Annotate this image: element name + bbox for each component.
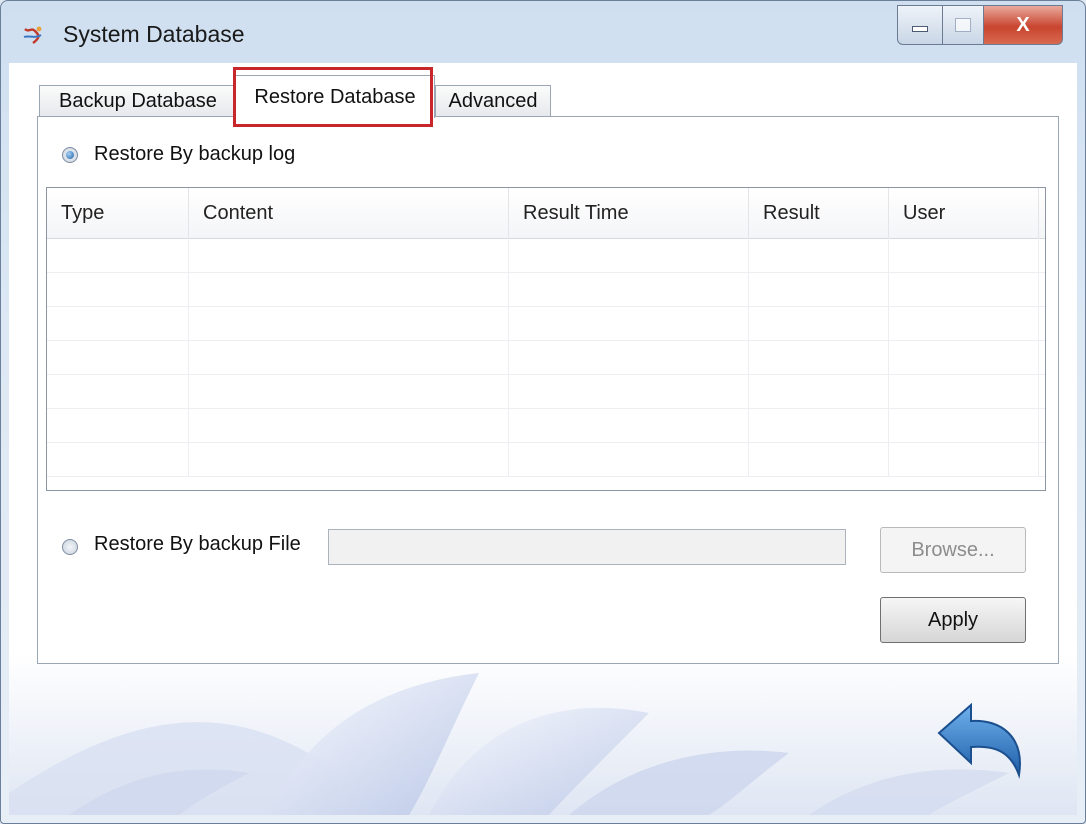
- table-cell: [189, 442, 509, 476]
- table-cell: [47, 306, 189, 340]
- table-cell: [889, 306, 1039, 340]
- tab-label: Backup Database: [59, 90, 217, 112]
- client-area: Backup Database Restore Database Advance…: [9, 63, 1077, 815]
- column-header-result[interactable]: Result: [749, 188, 889, 238]
- table-cell: [189, 408, 509, 442]
- table-cell: [47, 408, 189, 442]
- table-row[interactable]: [47, 238, 1045, 273]
- browse-button[interactable]: Browse...: [880, 527, 1026, 573]
- table-cell: [509, 306, 749, 340]
- table-row[interactable]: [47, 306, 1045, 341]
- table-row[interactable]: [47, 442, 1045, 477]
- table-cell: [509, 408, 749, 442]
- app-logo-icon: [23, 26, 42, 44]
- table-cell: [749, 238, 889, 272]
- minimize-button[interactable]: [897, 5, 943, 45]
- table-cell: [749, 272, 889, 306]
- table-row[interactable]: [47, 272, 1045, 307]
- table-cell: [889, 340, 1039, 374]
- table-cell: [889, 408, 1039, 442]
- table-cell: [889, 272, 1039, 306]
- close-button[interactable]: X: [984, 5, 1063, 45]
- title-bar[interactable]: System Database X: [1, 1, 1085, 63]
- restore-by-file-label: Restore By backup File: [94, 533, 301, 555]
- column-header-content[interactable]: Content: [189, 188, 509, 238]
- table-cell: [749, 340, 889, 374]
- table-header: Type Content Result Time Result User: [47, 188, 1045, 239]
- table-cell: [509, 374, 749, 408]
- table-cell: [509, 272, 749, 306]
- tab-label: Advanced: [448, 90, 538, 112]
- table-cell: [509, 442, 749, 476]
- table-cell: [47, 238, 189, 272]
- table-cell: [509, 340, 749, 374]
- table-cell: [189, 306, 509, 340]
- table-cell: [509, 238, 749, 272]
- maximize-button[interactable]: [943, 5, 984, 45]
- table-cell: [889, 238, 1039, 272]
- table-cell: [47, 272, 189, 306]
- table-cell: [189, 238, 509, 272]
- table-row[interactable]: [47, 374, 1045, 409]
- tab-backup-database[interactable]: Backup Database: [39, 85, 237, 117]
- system-database-window: System Database X Backup Database Restor…: [0, 0, 1086, 824]
- table-cell: [47, 374, 189, 408]
- caption-buttons: X: [897, 5, 1063, 45]
- restore-by-log-radio[interactable]: [62, 147, 78, 163]
- table-cell: [47, 442, 189, 476]
- back-arrow-icon[interactable]: [931, 693, 1031, 783]
- window-title: System Database: [63, 21, 245, 47]
- table-cell: [189, 374, 509, 408]
- table-cell: [749, 306, 889, 340]
- restore-by-file-radio[interactable]: [62, 539, 78, 555]
- apply-button[interactable]: Apply: [880, 597, 1026, 643]
- maximize-icon: [955, 18, 971, 32]
- tab-advanced[interactable]: Advanced: [435, 85, 551, 117]
- close-icon: X: [1016, 13, 1030, 36]
- table-cell: [749, 374, 889, 408]
- table-cell: [749, 442, 889, 476]
- table-cell: [889, 442, 1039, 476]
- column-header-result-time[interactable]: Result Time: [509, 188, 749, 238]
- column-header-type[interactable]: Type: [47, 188, 189, 238]
- minimize-icon: [912, 26, 928, 32]
- backup-file-path-input[interactable]: [328, 529, 846, 565]
- table-cell: [189, 340, 509, 374]
- table-cell: [749, 408, 889, 442]
- tab-label: Restore Database: [254, 85, 416, 108]
- table-cell: [889, 374, 1039, 408]
- restore-by-log-label: Restore By backup log: [94, 143, 296, 165]
- restore-panel: Restore By backup log Type Content Resul…: [37, 116, 1059, 664]
- tab-restore-database[interactable]: Restore Database: [235, 75, 435, 118]
- table-row[interactable]: [47, 340, 1045, 375]
- table-cell: [47, 340, 189, 374]
- flower-background-image: [9, 653, 1077, 815]
- table-row[interactable]: [47, 408, 1045, 443]
- column-header-user[interactable]: User: [889, 188, 1039, 238]
- table-cell: [189, 272, 509, 306]
- backup-log-table[interactable]: Type Content Result Time Result User: [46, 187, 1046, 491]
